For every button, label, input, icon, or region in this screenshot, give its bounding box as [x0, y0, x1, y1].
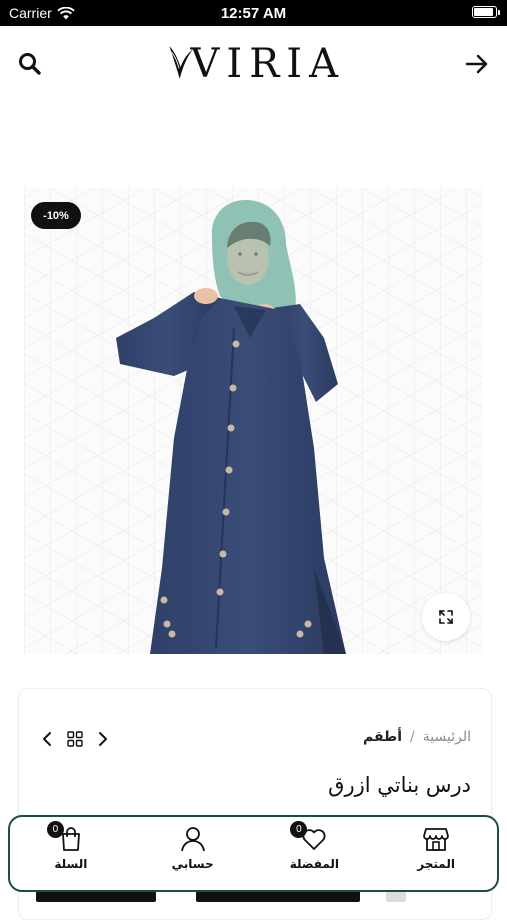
breadcrumb-separator: / — [410, 729, 415, 745]
shopping-bag-icon: 0 — [46, 821, 85, 853]
product-title: درس بناتي ازرق — [328, 773, 471, 797]
app-header: VIRIA — [0, 26, 507, 100]
search-icon — [19, 53, 41, 75]
battery-level — [474, 8, 493, 16]
heart-icon: 0 — [290, 821, 328, 853]
expand-icon — [439, 610, 453, 624]
nav-account[interactable]: حسابي — [132, 817, 254, 890]
cart-badge: 0 — [46, 821, 64, 838]
clock: 12:57 AM — [220, 5, 287, 22]
breadcrumb-home[interactable]: الرئيسية — [423, 729, 471, 745]
nav-favorites[interactable]: 0 المفضلة — [254, 817, 376, 890]
breadcrumb-current[interactable]: أطقم — [363, 729, 402, 745]
model-illustration — [116, 200, 346, 654]
product-image[interactable] — [24, 188, 483, 654]
product-pager — [41, 731, 109, 747]
logo-text: VIRIA — [190, 41, 345, 87]
breadcrumb: الرئيسية / أطقم — [363, 729, 471, 745]
nav-store[interactable]: المتجر — [375, 817, 497, 890]
nav-favorites-label: المفضلة — [289, 857, 340, 871]
nav-cart[interactable]: 0 السلة — [10, 817, 132, 890]
status-bar: Carrier 12:57 AM — [0, 0, 507, 26]
brand-logo[interactable]: VIRIA — [165, 36, 345, 92]
nav-store-label: المتجر — [417, 857, 455, 871]
search-button[interactable] — [16, 50, 44, 78]
chevron-left-icon[interactable] — [41, 731, 53, 747]
zoom-button[interactable] — [422, 593, 470, 641]
battery-icon — [472, 6, 500, 18]
nav-account-label: حسابي — [171, 857, 214, 871]
grid-icon[interactable] — [67, 731, 83, 747]
back-button[interactable] — [463, 50, 491, 78]
bottom-navigation: 0 السلة حسابي 0 المفضلة المتجر — [8, 815, 499, 892]
user-icon — [179, 825, 207, 853]
chevron-right-icon[interactable] — [97, 731, 109, 747]
store-icon — [422, 825, 450, 853]
arrow-right-icon — [465, 54, 488, 74]
nav-cart-label: السلة — [54, 857, 88, 871]
discount-badge: -10% — [31, 202, 81, 229]
